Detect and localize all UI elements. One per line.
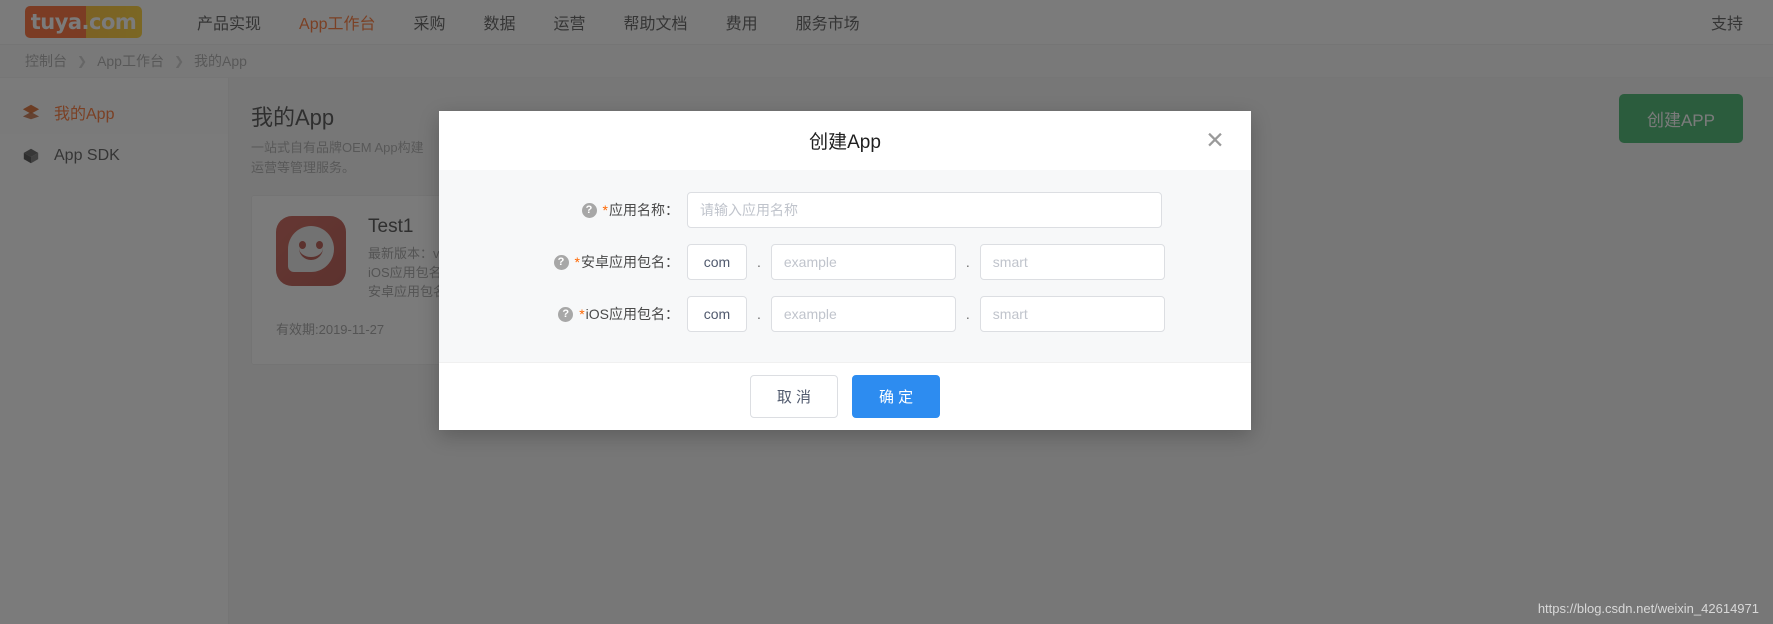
package-dot-separator: . <box>757 254 761 271</box>
form-label-ios-package: ? * iOS应用包名 ： <box>439 304 679 324</box>
modal-title: 创建App <box>809 132 881 154</box>
modal-footer: 取 消 确 定 <box>439 362 1251 430</box>
modal-body: ? * 应用名称 ： ? * 安卓应用包名 ： <box>439 170 1251 363</box>
form-label-text: 应用名称 <box>609 202 665 219</box>
required-marker: * <box>579 306 585 323</box>
page-root: tuya.com 产品实现 App工作台 采购 数据 运营 帮助文档 费用 服务… <box>0 0 1773 624</box>
label-colon: ： <box>665 306 679 323</box>
form-row-ios-package: ? * iOS应用包名 ： . . <box>439 296 1251 333</box>
form-control-ios-package: . . <box>687 296 1165 333</box>
android-package-middle-input[interactable] <box>770 244 956 281</box>
close-icon[interactable]: ✕ <box>1203 129 1227 153</box>
android-package-prefix-input[interactable] <box>687 244 747 281</box>
watermark-text: https://blog.csdn.net/weixin_42614971 <box>1537 601 1759 616</box>
package-dot-separator: . <box>965 254 970 271</box>
form-label-android-package: ? * 安卓应用包名 ： <box>439 252 679 272</box>
help-icon[interactable]: ? <box>558 306 574 322</box>
required-marker: * <box>602 202 608 219</box>
create-app-modal: 创建App ✕ ? * 应用名称 ： ? * <box>439 111 1251 430</box>
package-dot-separator: . <box>965 306 970 323</box>
ios-package-prefix-input[interactable] <box>687 296 747 333</box>
modal-header: 创建App ✕ <box>439 111 1251 171</box>
cancel-button[interactable]: 取 消 <box>749 375 838 419</box>
ios-package-middle-input[interactable] <box>770 296 956 333</box>
help-icon[interactable]: ? <box>581 202 597 218</box>
form-label-app-name: ? * 应用名称 ： <box>439 200 679 220</box>
confirm-button[interactable]: 确 定 <box>852 375 941 419</box>
form-control-android-package: . . <box>687 244 1165 281</box>
form-row-android-package: ? * 安卓应用包名 ： . . <box>439 244 1251 281</box>
app-name-input[interactable] <box>687 192 1162 229</box>
label-colon: ： <box>665 202 679 219</box>
form-label-text: iOS应用包名 <box>585 306 665 323</box>
form-label-text: 安卓应用包名 <box>581 254 665 271</box>
package-dot-separator: . <box>757 306 761 323</box>
android-package-suffix-input[interactable] <box>979 244 1165 281</box>
help-icon[interactable]: ? <box>553 254 569 270</box>
required-marker: * <box>574 254 580 271</box>
label-colon: ： <box>665 254 679 271</box>
ios-package-suffix-input[interactable] <box>979 296 1165 333</box>
form-control-app-name <box>687 192 1162 229</box>
form-row-app-name: ? * 应用名称 ： <box>439 192 1251 229</box>
